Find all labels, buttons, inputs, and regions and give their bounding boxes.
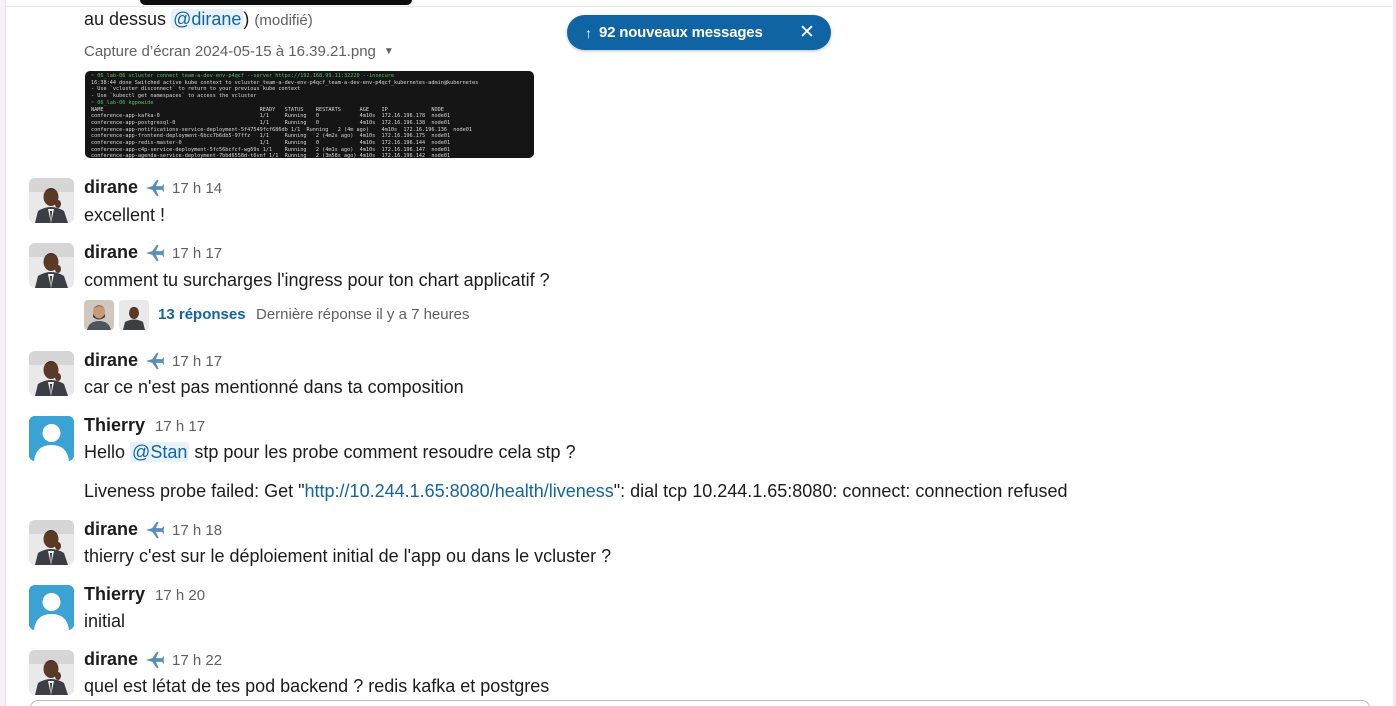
text-suffix: ": dial tcp 10.244.1.65:8080: connect: c… <box>613 481 1068 501</box>
airplane-status-icon <box>145 521 165 538</box>
avatar[interactable] <box>29 650 74 695</box>
avatar[interactable] <box>29 585 74 630</box>
terminal-line: conference-app-c4p-service-deployment-5f… <box>91 146 451 153</box>
message-text-prefix: au dessus <box>84 9 167 29</box>
thread-replies-link[interactable]: 13 réponses <box>158 306 246 323</box>
avatar[interactable] <box>29 178 74 223</box>
caret-down-icon[interactable]: ▼ <box>384 46 394 57</box>
message-text: Hello @Stan stp pour les probe comment r… <box>84 442 576 463</box>
terminal-line: ~ 06_lab-06 vcluster connect team-a-dev-… <box>91 73 394 79</box>
message-timestamp[interactable]: 17 h 17 <box>172 353 222 370</box>
header-divider <box>6 6 1393 7</box>
message-composer[interactable] <box>30 700 1370 706</box>
sidebar-edge <box>0 0 6 706</box>
avatar[interactable] <box>29 243 74 288</box>
file-attachment-name[interactable]: Capture d’écran 2024-05-15 à 16.39.21.pn… <box>84 43 394 60</box>
message-text: thierry c'est sur le déploiement initial… <box>84 546 612 566</box>
close-icon[interactable]: ✕ <box>799 21 815 44</box>
file-name-text: Capture d’écran 2024-05-15 à 16.39.21.pn… <box>84 43 376 60</box>
message-timestamp[interactable]: 17 h 20 <box>155 587 205 604</box>
message-author[interactable]: Thierry <box>84 584 145 605</box>
author-name[interactable]: dirane <box>84 242 138 263</box>
new-messages-banner[interactable]: ↑ 92 nouveaux messages ✕ <box>567 15 831 50</box>
screenshot-attachment[interactable]: ~ 06_lab-06 vcluster connect team-a-dev-… <box>85 71 534 158</box>
author-name[interactable]: Thierry <box>84 415 145 436</box>
message-author[interactable]: dirane <box>84 350 166 371</box>
arrow-up-icon: ↑ <box>585 24 592 41</box>
terminal-line: conference-app-agenda-service-deployment… <box>91 153 451 158</box>
terminal-line: conference-app-frontend-deployment-6bcc7… <box>91 133 451 140</box>
message-timestamp[interactable]: 17 h 17 <box>172 245 222 262</box>
thread-last-reply: Dernière réponse il y a 7 heures <box>256 306 470 323</box>
terminal-line: - Use `kubectl get namespaces` to access… <box>91 93 257 100</box>
avatar[interactable] <box>29 351 74 396</box>
airplane-status-icon <box>145 651 165 668</box>
airplane-status-icon <box>145 244 165 261</box>
author-name[interactable]: dirane <box>84 177 138 198</box>
message-author[interactable]: dirane <box>84 177 166 198</box>
terminal-line: - Use `vcluster disconnect` to return to… <box>91 86 301 93</box>
message-text-line-2: Liveness probe failed: Get "http://10.24… <box>84 481 1067 502</box>
new-messages-label: 92 nouveaux messages <box>599 24 763 41</box>
avatar[interactable] <box>29 520 74 565</box>
author-name[interactable]: dirane <box>84 519 138 540</box>
message-timestamp[interactable]: 17 h 18 <box>172 522 222 539</box>
window-notch <box>140 0 412 5</box>
terminal-line: NAME READY STATUS RESTARTS AGE IP NODE <box>91 106 444 113</box>
edited-label: (modifié) <box>254 12 313 29</box>
text-prefix: Hello <box>84 442 126 462</box>
author-name[interactable]: dirane <box>84 350 138 371</box>
terminal-line: ~ 06_lab-06 kgpowide <box>91 99 154 106</box>
text-suffix: stp pour les probe comment resoudre cela… <box>194 442 576 462</box>
airplane-status-icon <box>145 352 165 369</box>
message-text: initial <box>84 611 126 631</box>
user-mention[interactable]: @Stan <box>130 442 190 462</box>
health-url-link[interactable]: http://10.244.1.65:8080/health/liveness <box>305 481 614 501</box>
message-author[interactable]: dirane <box>84 519 166 540</box>
terminal-line: conference-app-postgresql-0 1/1 Running … <box>91 119 451 126</box>
message-author[interactable]: dirane <box>84 649 166 670</box>
terminal-output: ~ 06_lab-06 vcluster connect team-a-dev-… <box>91 73 528 158</box>
message-author[interactable]: Thierry <box>84 415 145 436</box>
message-timestamp[interactable]: 17 h 22 <box>172 652 222 669</box>
message-text-continuation: au dessus @dirane) (modifié) <box>84 9 313 30</box>
terminal-line: conference-app-redis-master-0 1/1 Runnin… <box>91 140 451 147</box>
message-text: comment tu surcharges l'ingress pour ton… <box>84 270 550 290</box>
thread-participant-avatar[interactable] <box>119 300 149 330</box>
message-timestamp[interactable]: 17 h 14 <box>172 180 222 197</box>
message-author[interactable]: dirane <box>84 242 166 263</box>
closing-paren: ) <box>243 9 250 29</box>
message-text: quel est létat de tes pod backend ? redi… <box>84 676 550 696</box>
airplane-status-icon <box>145 179 165 196</box>
message-timestamp[interactable]: 17 h 17 <box>155 418 205 435</box>
thread-participant-avatar[interactable] <box>84 300 114 330</box>
message-text: car ce n'est pas mentionné dans ta compo… <box>84 377 464 397</box>
user-mention[interactable]: @dirane <box>171 9 244 29</box>
avatar[interactable] <box>29 416 74 461</box>
terminal-line: conference-app-notifications-service-dep… <box>91 126 473 133</box>
author-name[interactable]: dirane <box>84 649 138 670</box>
author-name[interactable]: Thierry <box>84 584 145 605</box>
terminal-line: 16:38:44 done Switched active kube conte… <box>91 79 479 86</box>
message-text: excellent ! <box>84 205 166 225</box>
text-prefix: Liveness probe failed: Get " <box>84 481 305 501</box>
terminal-line: conference-app-kafka-0 1/1 Running 0 4m1… <box>91 113 451 120</box>
